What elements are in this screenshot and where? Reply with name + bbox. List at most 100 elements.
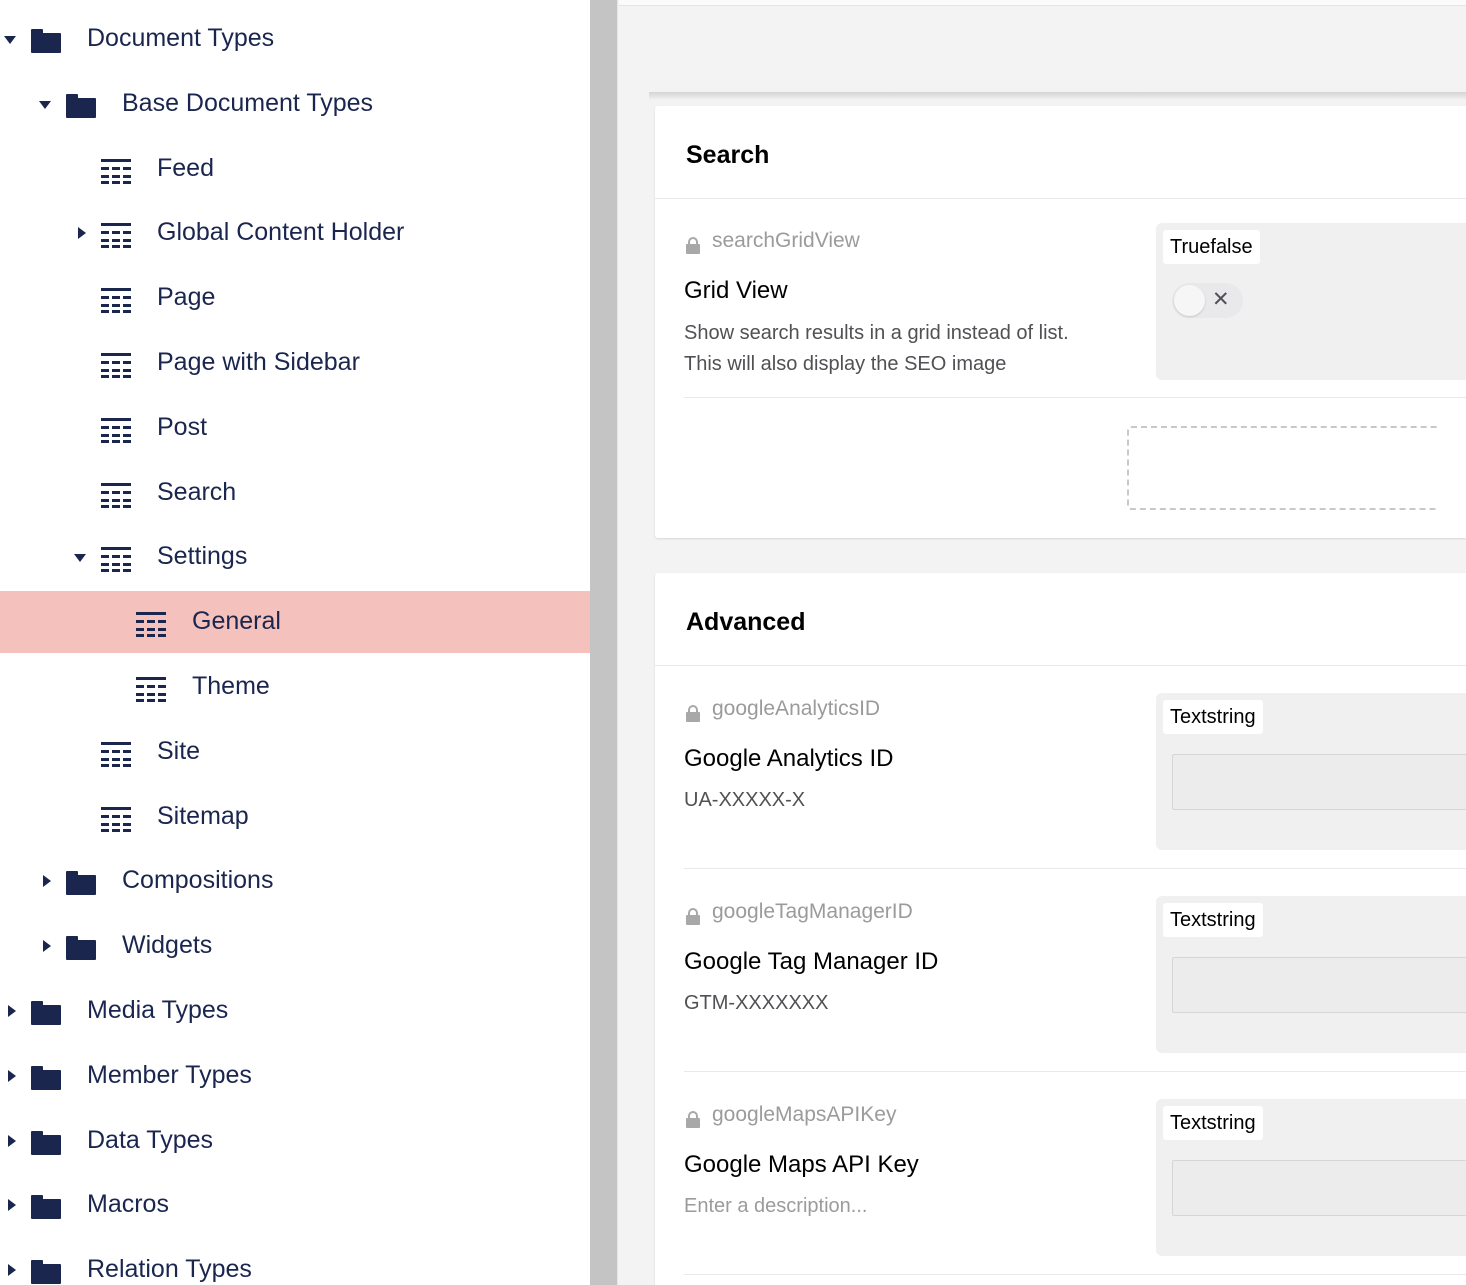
- property-description: GTM-XXXXXXX: [684, 992, 829, 1014]
- tree-item-global-content-holder[interactable]: Global Content Holder: [0, 202, 590, 264]
- tree-item-widgets[interactable]: Widgets: [0, 915, 590, 977]
- document-type-icon: [101, 223, 131, 248]
- tree-item-document-types[interactable]: Document Types: [0, 8, 590, 70]
- property-google-analytics-id[interactable]: googleAnalyticsID Google Analytics ID UA…: [684, 693, 1466, 877]
- property-name: Google Analytics ID: [684, 745, 894, 772]
- tree-item-label: Media Types: [87, 996, 229, 1024]
- document-types-tree: Document Types Base Document Types Feed Glo…: [0, 0, 590, 1285]
- tree-item-media-types[interactable]: Media Types: [0, 980, 590, 1042]
- lock-icon[interactable]: [686, 705, 700, 722]
- tree-item-label: Settings: [157, 542, 248, 570]
- textstring-input-preview[interactable]: [1172, 1160, 1466, 1216]
- lock-icon[interactable]: [686, 1111, 700, 1128]
- tree-item-label: Data Types: [87, 1126, 214, 1154]
- alias-text: googleMapsAPIKey: [712, 1103, 897, 1126]
- folder-icon: [31, 1066, 61, 1090]
- caret-right-icon[interactable]: [8, 1264, 16, 1276]
- alias-text: searchGridView: [712, 229, 860, 252]
- lock-icon[interactable]: [686, 237, 700, 254]
- document-type-editor: Search searchGridView Grid View Show sea…: [619, 0, 1466, 1285]
- textstring-input-preview[interactable]: [1172, 957, 1466, 1013]
- tree-item-label: Feed: [157, 154, 214, 182]
- editor-type-tag: Textstring: [1163, 1106, 1263, 1140]
- property-editor-preview[interactable]: Textstring: [1156, 693, 1466, 850]
- add-property-dropzone[interactable]: [1127, 426, 1437, 510]
- property-name: Google Tag Manager ID: [684, 948, 939, 975]
- caret-right-icon[interactable]: [8, 1135, 16, 1147]
- property-editor-preview[interactable]: Textstring: [1156, 1099, 1466, 1256]
- caret-right-icon[interactable]: [43, 875, 51, 887]
- property-separator: [684, 1071, 1466, 1072]
- property-separator: [684, 1274, 1466, 1275]
- tree-item-label: Page with Sidebar: [157, 348, 360, 376]
- tree-item-label: Widgets: [122, 931, 213, 959]
- close-icon: ✕: [1212, 288, 1230, 311]
- tree-item-compositions[interactable]: Compositions: [0, 850, 590, 912]
- tree-item-page[interactable]: Page: [0, 267, 590, 329]
- tree-item-sitemap[interactable]: Sitemap: [0, 786, 590, 848]
- folder-icon: [31, 1260, 61, 1284]
- tree-item-page-with-sidebar[interactable]: Page with Sidebar: [0, 332, 590, 394]
- caret-right-icon[interactable]: [43, 940, 51, 952]
- document-type-icon: [101, 418, 131, 443]
- property-editor-preview[interactable]: Textstring: [1156, 896, 1466, 1053]
- textstring-input-preview[interactable]: [1172, 754, 1466, 810]
- truefalse-toggle[interactable]: ✕: [1172, 283, 1243, 318]
- tree-item-data-types[interactable]: Data Types: [0, 1110, 590, 1172]
- tree-item-label: Compositions: [122, 866, 274, 894]
- tree-item-search[interactable]: Search: [0, 462, 590, 524]
- property-google-maps-api-key[interactable]: googleMapsAPIKey Google Maps API Key Ent…: [684, 1099, 1466, 1283]
- tree-item-general[interactable]: General: [0, 591, 590, 653]
- document-type-icon: [101, 483, 131, 508]
- caret-right-icon[interactable]: [8, 1005, 16, 1017]
- tree-item-label: Search: [157, 478, 237, 506]
- editor-type-tag: Textstring: [1163, 903, 1263, 937]
- tree-item-site[interactable]: Site: [0, 721, 590, 783]
- description-line: Show search results in a grid instead of…: [684, 322, 1069, 344]
- caret-down-icon[interactable]: [4, 36, 16, 44]
- lock-icon[interactable]: [686, 908, 700, 925]
- tree-item-theme[interactable]: Theme: [0, 656, 590, 718]
- tree-item-post[interactable]: Post: [0, 397, 590, 459]
- document-type-icon: [101, 807, 131, 832]
- tree-item-base-document-types[interactable]: Base Document Types: [0, 73, 590, 135]
- document-type-icon: [136, 612, 166, 637]
- tree-item-macros[interactable]: Macros: [0, 1174, 590, 1236]
- group-title: Advanced: [686, 608, 806, 636]
- caret-down-icon[interactable]: [39, 101, 51, 109]
- property-grid-view[interactable]: searchGridView Grid View Show search res…: [684, 223, 1466, 429]
- editor-type-tag: Textstring: [1163, 700, 1263, 734]
- property-description: Show search results in a grid instead of…: [684, 318, 1069, 380]
- property-separator: [684, 868, 1466, 869]
- tree-item-label: Post: [157, 413, 208, 441]
- folder-icon: [66, 871, 96, 895]
- document-type-icon: [136, 677, 166, 702]
- panel-splitter[interactable]: [590, 0, 618, 1285]
- tree-item-label: General: [192, 607, 281, 635]
- folder-icon: [31, 1001, 61, 1025]
- document-type-icon: [101, 159, 131, 184]
- folder-icon: [31, 29, 61, 53]
- tree-item-label: Macros: [87, 1190, 169, 1218]
- property-name: Google Maps API Key: [684, 1151, 919, 1178]
- alias-text: googleTagManagerID: [712, 900, 913, 923]
- caret-down-icon[interactable]: [74, 554, 86, 562]
- editor-type-tag: Truefalse: [1163, 230, 1260, 264]
- tree-item-feed[interactable]: Feed: [0, 138, 590, 200]
- property-editor-preview[interactable]: Truefalse ✕: [1156, 223, 1466, 380]
- caret-right-icon[interactable]: [78, 227, 86, 239]
- tree-item-label: Base Document Types: [122, 89, 374, 117]
- caret-right-icon[interactable]: [8, 1070, 16, 1082]
- caret-right-icon[interactable]: [8, 1199, 16, 1211]
- folder-icon: [66, 94, 96, 118]
- tree-item-label: Site: [157, 737, 201, 765]
- tree-item-settings[interactable]: Settings: [0, 526, 590, 588]
- app-window: Document Types Base Document Types Feed Glo…: [0, 0, 1466, 1285]
- tree-item-relation-types[interactable]: Relation Types: [0, 1239, 590, 1285]
- document-type-icon: [101, 288, 131, 313]
- header-shadow: [649, 92, 1466, 100]
- property-google-tag-manager-id[interactable]: googleTagManagerID Google Tag Manager ID…: [684, 896, 1466, 1080]
- tree-item-member-types[interactable]: Member Types: [0, 1045, 590, 1107]
- property-description: UA-XXXXX-X: [684, 789, 806, 811]
- document-type-icon: [101, 353, 131, 378]
